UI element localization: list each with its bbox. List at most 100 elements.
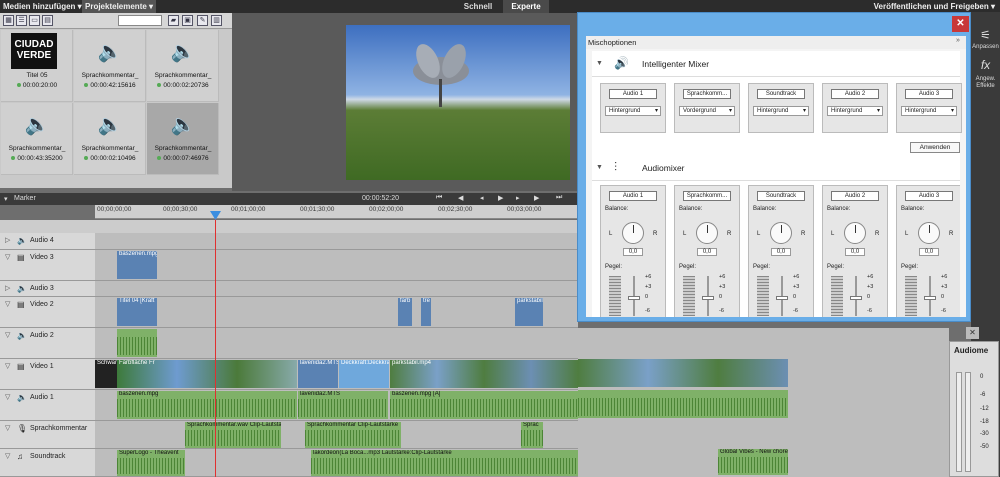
media-item[interactable]: CIUDAD VERDE Titel 05 00:00:20:00 [1,30,73,102]
balance-value[interactable]: 0,0 [697,248,717,256]
fx-icon[interactable]: fx [971,58,1000,72]
list-view-icon[interactable]: ☰ [16,15,27,26]
audio-clip[interactable]: baszenen.mpg [A] [390,391,578,419]
frame-back-icon[interactable]: ◂ [480,194,484,202]
search-input[interactable] [118,15,162,26]
tools-icon[interactable]: ✎ [197,15,208,26]
step-back-icon[interactable]: ◀ [458,194,463,202]
video-clip[interactable]: Deckkraft:Deckkraft [339,360,389,388]
media-item[interactable]: 🔈 Sprachkommentar_ 00:00:02:10496 [74,103,146,175]
audio-clip[interactable] [117,329,157,357]
track-lane[interactable] [95,281,578,297]
media-item[interactable]: 🔈 Sprachkommentar_ 00:00:02:20736 [147,30,219,102]
track-lane[interactable] [95,233,578,250]
new-item-icon[interactable]: ▣ [182,15,193,26]
quick-mode-button[interactable]: Schnell [458,0,498,13]
expert-mode-button[interactable]: Experte [503,0,549,13]
fader-handle[interactable] [924,296,936,300]
track-lane[interactable]: Sprachkommentar.wav Clip-Lautstärke Spra… [95,421,578,449]
frame-forward-icon[interactable]: ▸ [516,194,520,202]
track-header-soundtrack[interactable]: ▽ ♫ Soundtrack [0,449,95,477]
delete-icon[interactable]: ▥ [211,15,222,26]
grid-view-icon[interactable]: ▦ [3,15,14,26]
collapse-arrow-icon[interactable]: ▼ [596,164,603,171]
track-header-video3[interactable]: ▽ ▤ Video 3 [0,250,95,281]
track-header-audio3[interactable]: ▷ 🔈 Audio 3 [0,281,95,297]
fader-handle[interactable] [776,296,788,300]
track-lane[interactable]: Schwarz Farbfläche Fr lavenida2.MTS Deck… [95,359,578,390]
video-clip[interactable] [578,359,788,387]
mix-mode-dropdown[interactable]: Hintergrund [901,106,957,116]
audio-clip[interactable]: lavenida2.MTS [298,391,388,419]
marker-icon[interactable]: ▾ [4,195,8,203]
video-clip[interactable]: Schwarz [95,360,117,388]
audio-clip[interactable]: Sprac [521,422,543,448]
applied-effects-label[interactable]: Angew. Effekte [971,76,1000,90]
balance-knob[interactable] [770,222,792,244]
balance-value[interactable]: 0,0 [845,248,865,256]
video-clip[interactable]: baszenen.mpg [117,251,157,279]
mix-mode-dropdown[interactable]: Hintergrund [753,106,809,116]
video-preview[interactable] [346,25,570,180]
audio-clip[interactable]: Sprachkommentar.wav Clip-Lautstärke [185,422,281,448]
balance-knob[interactable] [622,222,644,244]
media-item[interactable]: 🔈 Sprachkommentar_ 00:00:43:35200 [1,103,73,175]
audio-clip[interactable]: Sprachkommentar Clip-Lautstärke [305,422,401,448]
mix-mode-dropdown[interactable]: Vordergrund [679,106,735,116]
playhead[interactable] [215,212,216,477]
apply-button[interactable]: Anwenden [910,142,960,153]
audio-clip[interactable]: Global Vibes - New chores [718,449,788,475]
audio-clip[interactable] [578,390,788,418]
audio-mixer-header[interactable]: ▼ ⫶ Audiomixer [592,155,960,181]
go-to-start-icon[interactable]: ⏮ [436,194,442,202]
balance-knob[interactable] [844,222,866,244]
close-icon[interactable]: ✕ [966,327,979,339]
track-lane[interactable]: Titel 04 [Kraft farb tre parkstabil [95,297,578,328]
video-clip[interactable]: parkstabil.mp4 [390,360,578,388]
sort-icon[interactable]: ▤ [42,15,53,26]
time-ruler[interactable]: 00;00;00;00 00;00;30;00 00;01;00;00 00;0… [95,205,578,219]
track-lane[interactable]: baszenen.mpg [95,250,578,281]
audio-clip[interactable]: baszenen.mpg [117,391,297,419]
project-elements-menu[interactable]: Projektelemente ▾ [82,0,157,13]
audio-clip[interactable]: lakordeon(La Boca...mp3 Lautstärke:Clip-… [311,450,578,476]
go-to-end-icon[interactable]: ⏭ [556,194,562,202]
track-header-voiceover[interactable]: ▽ 🎙 Sprachkommentar [0,421,95,449]
step-forward-icon[interactable]: ▶ [534,194,539,202]
video-clip[interactable]: Titel 04 [Kraft [117,298,157,326]
adjust-label[interactable]: Anpassen [971,44,1000,50]
video-clip[interactable]: farb [398,298,412,326]
video-clip[interactable]: tre [421,298,431,326]
media-item[interactable]: 🔈 Sprachkommentar_ 00:00:42:15616 [74,30,146,102]
balance-knob[interactable] [918,222,940,244]
video-clip[interactable]: parkstabil [515,298,543,326]
balance-knob[interactable] [696,222,718,244]
play-icon[interactable]: ▶ [498,194,503,202]
audio-clip[interactable]: SuperLogo - Theavent [117,450,185,476]
video-clip[interactable]: lavenida2.MTS [298,360,338,388]
add-media-menu[interactable]: Medien hinzufügen ▾ [0,0,85,13]
mix-mode-dropdown[interactable]: Hintergrund [827,106,883,116]
fader-handle[interactable] [628,296,640,300]
mix-mode-dropdown[interactable]: Hintergrund [605,106,661,116]
smart-mixer-header[interactable]: ▼ 🔊 Intelligenter Mixer [592,51,960,77]
balance-value[interactable]: 0,0 [623,248,643,256]
track-header-video1[interactable]: ▽ ▤ Video 1 [0,359,95,390]
track-lane[interactable]: SuperLogo - Theavent lakordeon(La Boca..… [95,449,578,477]
fader-handle[interactable] [702,296,714,300]
track-lane[interactable] [95,328,578,359]
media-item[interactable]: 🔈 Sprachkommentar_ 00:00:07:46976 [147,103,219,175]
collapse-arrow-icon[interactable]: ▼ [596,60,603,67]
track-header-audio2[interactable]: ▽ 🔈 Audio 2 [0,328,95,359]
track-header-video2[interactable]: ▽ ▤ Video 2 [0,297,95,328]
video-clip[interactable]: Farbfläche Fr [117,360,297,388]
folder-icon[interactable]: ▰ [168,15,179,26]
track-header-audio4[interactable]: ▷ 🔈 Audio 4 [0,233,95,250]
balance-value[interactable]: 0,0 [919,248,939,256]
adjust-icon[interactable]: ⚟ [971,28,1000,42]
close-icon[interactable]: ✕ [952,16,969,32]
track-header-audio1[interactable]: ▽ 🔈 Audio 1 [0,390,95,421]
panel-menu-icon[interactable]: » [956,37,960,44]
filter-icon[interactable]: ▭ [29,15,40,26]
fader-handle[interactable] [850,296,862,300]
